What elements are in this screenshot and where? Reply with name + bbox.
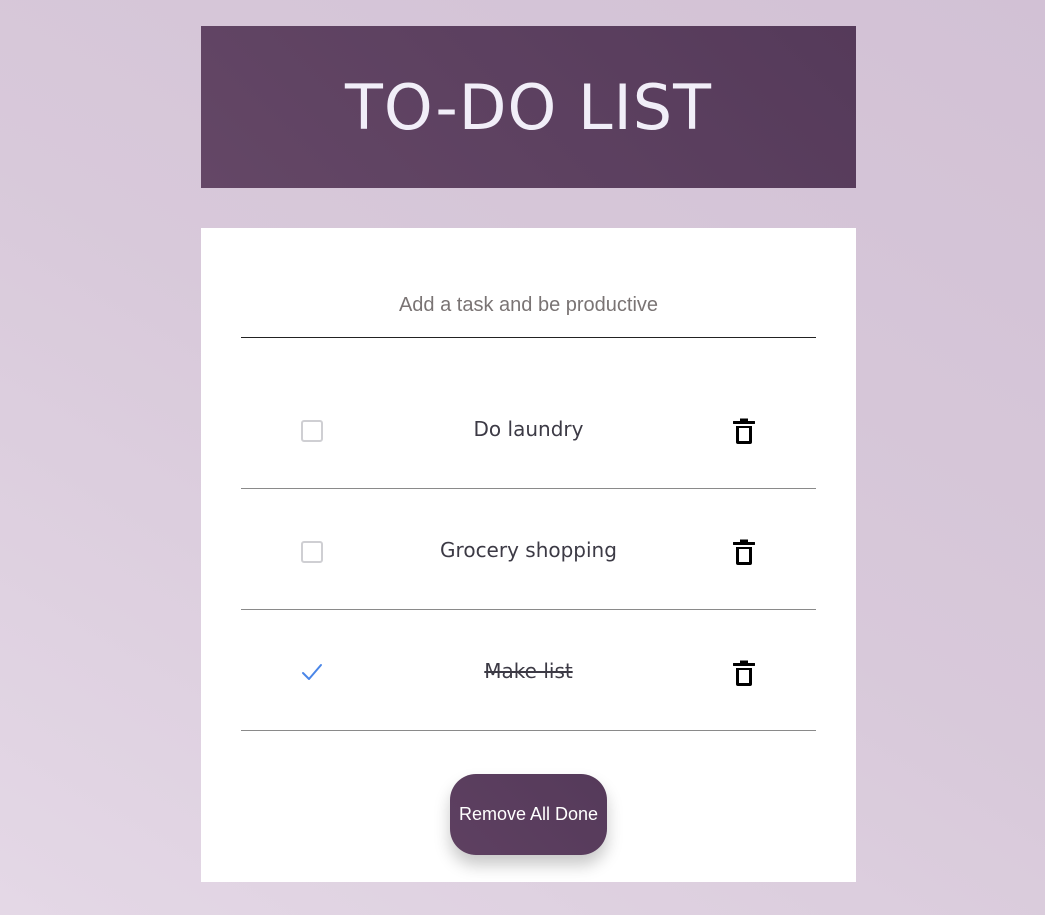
task-row: Make list — [241, 610, 816, 731]
task-text: Grocery shopping — [440, 538, 617, 562]
task-text-done: Make list — [484, 659, 573, 683]
trash-icon[interactable] — [733, 418, 755, 444]
todo-card: Do laundry Grocery shopping Make lis — [201, 228, 856, 882]
remove-all-done-button[interactable]: Remove All Done — [450, 774, 607, 855]
trash-icon[interactable] — [733, 539, 755, 565]
task-row: Grocery shopping — [241, 489, 816, 610]
checkmark-icon[interactable] — [300, 660, 324, 684]
checkbox-icon[interactable] — [301, 541, 323, 563]
app-header: TO-DO LIST — [201, 26, 856, 188]
task-input[interactable] — [241, 274, 816, 338]
task-row: Do laundry — [241, 368, 816, 489]
trash-icon[interactable] — [733, 660, 755, 686]
checkbox-icon[interactable] — [301, 420, 323, 442]
page-title: TO-DO LIST — [344, 70, 713, 144]
task-text: Do laundry — [473, 417, 584, 441]
task-list: Do laundry Grocery shopping Make list — [241, 368, 816, 731]
